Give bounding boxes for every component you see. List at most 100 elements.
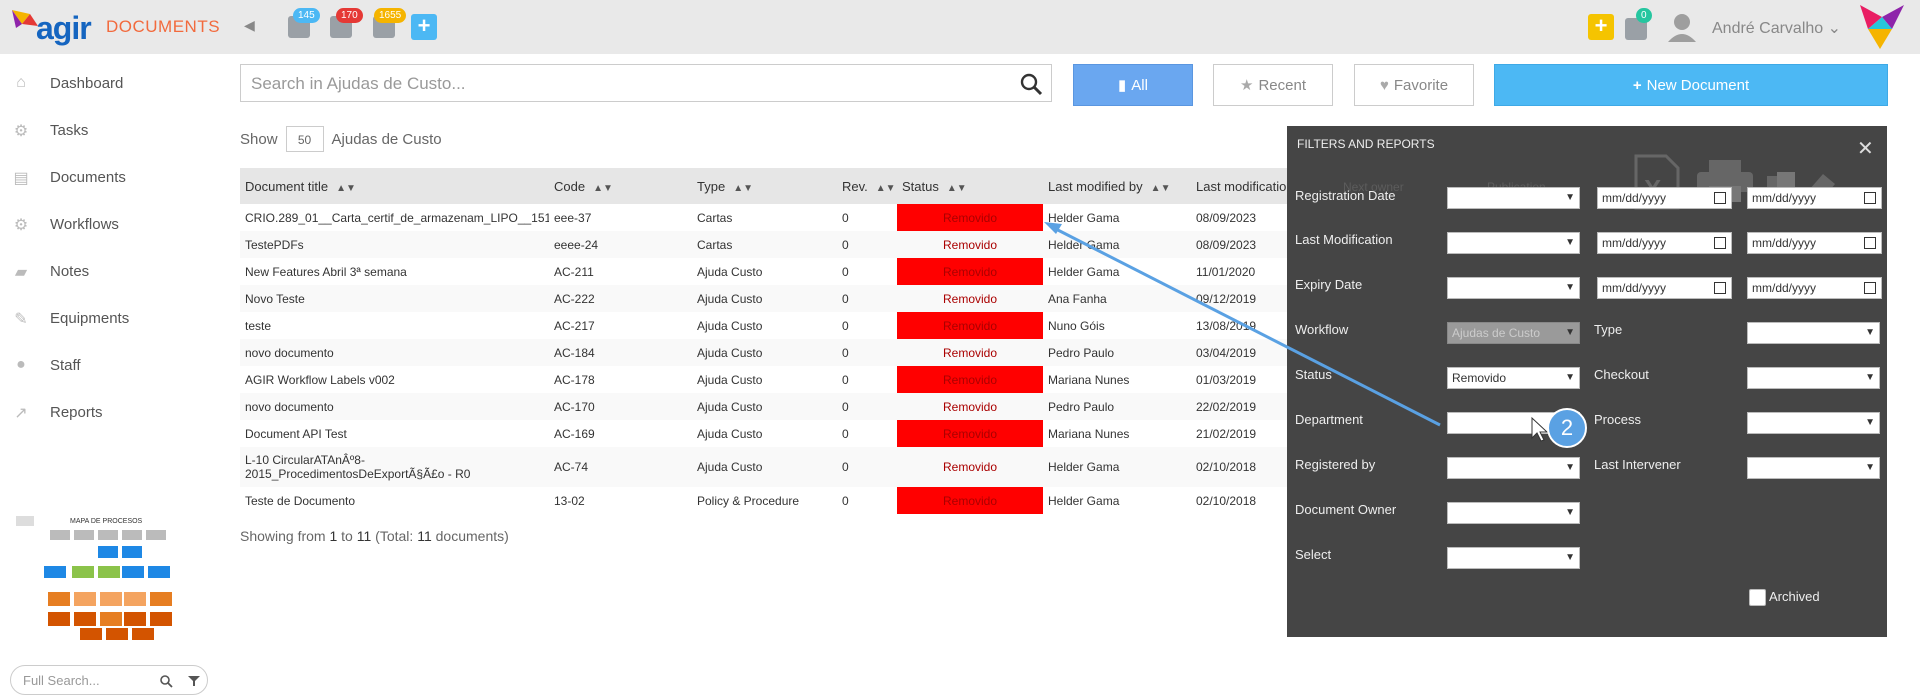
new-document-button[interactable]: + New Document xyxy=(1494,64,1888,106)
registration-date-select[interactable]: ▼ xyxy=(1447,187,1580,209)
cell-type: Ajuda Custo xyxy=(692,447,837,487)
table-row[interactable]: AGIR Workflow Labels v002 AC-178 Ajuda Cus… xyxy=(240,366,1290,393)
cell-rev: 0 xyxy=(842,493,849,508)
last-modification-select[interactable]: ▼ xyxy=(1447,232,1580,254)
filter-label-document-owner: Document Owner xyxy=(1295,502,1397,517)
table-row[interactable]: CRIO.289_01__Carta_certif_de_armazenam_L… xyxy=(240,204,1290,231)
page-size-select[interactable]: 50 xyxy=(285,126,324,152)
search-input[interactable]: Search in Ajudas de Custo... xyxy=(240,64,1052,102)
type-select[interactable]: ▼ xyxy=(1747,322,1880,344)
filter-all-button[interactable]: ▮ All xyxy=(1073,64,1193,106)
calendar-icon xyxy=(1714,192,1726,204)
generic-select[interactable]: ▼ xyxy=(1447,547,1580,569)
archived-checkbox[interactable] xyxy=(1749,589,1766,606)
sidebar-item-workflows[interactable]: ⚙ Workflows xyxy=(10,211,119,237)
table-row[interactable]: novo documento AC-170 Ajuda Custo 0 Removido… xyxy=(240,393,1290,420)
search-icon[interactable] xyxy=(159,674,173,688)
document-owner-select[interactable]: ▼ xyxy=(1447,502,1580,524)
status-badge: Removido xyxy=(897,231,1043,258)
sidebar-item-staff[interactable]: ● Staff xyxy=(10,352,80,378)
logo-text[interactable]: agir xyxy=(36,10,92,47)
cell-type: Ajuda Custo xyxy=(697,318,763,333)
chevron-down-icon: ▼ xyxy=(1565,507,1575,518)
cell-modified: 02/10/2018 xyxy=(1191,447,1290,487)
sort-icon: ▲▼ xyxy=(733,182,753,194)
column-header-modified-by[interactable]: Last modified by ▲▼ xyxy=(1043,168,1191,204)
registered-by-select[interactable]: ▼ xyxy=(1447,457,1580,479)
status-badge: Removido xyxy=(897,258,1043,285)
new-item-button[interactable]: + xyxy=(1588,14,1614,40)
expiry-date-select[interactable]: ▼ xyxy=(1447,277,1580,299)
search-icon[interactable] xyxy=(1019,72,1043,96)
filter-icon[interactable] xyxy=(187,674,201,688)
cell-title[interactable]: Document API Test xyxy=(240,420,549,447)
process-select[interactable]: ▼ xyxy=(1747,412,1880,434)
filter-recent-button[interactable]: ★ Recent xyxy=(1213,64,1333,106)
cell-modified: 09/12/2019 xyxy=(1191,285,1290,312)
status-badge: Removido xyxy=(897,339,1043,366)
table-row[interactable]: Novo Teste AC-222 Ajuda Custo 0 Removido Ana … xyxy=(240,285,1290,312)
quick-add-button[interactable]: + xyxy=(411,14,437,40)
filter-favorite-button[interactable]: ♥ Favorite xyxy=(1354,64,1474,106)
user-menu[interactable]: André Carvalho ⌄ xyxy=(1712,18,1841,38)
status-badge: Removido xyxy=(897,366,1043,393)
sidebar-item-equipments[interactable]: ✎ Equipments xyxy=(10,305,129,331)
file-icon: ▤ xyxy=(13,170,29,187)
expiry-date-from-field[interactable]: mm/dd/yyyy xyxy=(1597,277,1732,299)
column-header-rev[interactable]: Rev. ▲▼ xyxy=(837,168,897,204)
chevron-down-icon: ▼ xyxy=(1565,237,1575,248)
cell-title[interactable]: Teste de Documento xyxy=(240,487,549,514)
column-header-code[interactable]: Code ▲▼ xyxy=(549,168,692,204)
process-map-thumbnail[interactable]: MAPA DE PROCESOS xyxy=(12,514,188,644)
last-modification-from-field[interactable]: mm/dd/yyyy xyxy=(1597,232,1732,254)
cell-title[interactable]: New Features Abril 3ª semana xyxy=(240,258,549,285)
cell-title[interactable]: novo documento xyxy=(240,339,549,366)
cell-title[interactable]: teste xyxy=(240,312,549,339)
cell-code: AC-178 xyxy=(554,372,595,387)
filter-recent-label: Recent xyxy=(1258,76,1306,94)
chevron-down-icon: ▼ xyxy=(1865,327,1875,338)
last-intervener-select[interactable]: ▼ xyxy=(1747,457,1880,479)
cell-title[interactable]: CRIO.289_01__Carta_certif_de_armazenam_L… xyxy=(240,204,549,231)
cell-type: Ajuda Custo xyxy=(692,393,837,420)
filter-label-status: Status xyxy=(1295,367,1332,382)
cell-title[interactable]: novo documento xyxy=(240,393,549,420)
table-row[interactable]: New Features Abril 3ª semana AC-211 Ajuda … xyxy=(240,258,1290,285)
collapse-sidebar-icon[interactable]: ◀ xyxy=(244,17,255,34)
cell-modified-by: Nuno Góis xyxy=(1048,318,1105,333)
table-row[interactable]: L-10 CircularATAnÂº8-2015_ProcedimentosD… xyxy=(240,447,1290,487)
sidebar-item-notes[interactable]: ▰ Notes xyxy=(10,258,89,284)
sidebar-item-documents[interactable]: ▤ Documents xyxy=(10,164,125,190)
expiry-date-to-field[interactable]: mm/dd/yyyy xyxy=(1747,277,1882,299)
chevron-down-icon: ▼ xyxy=(1565,462,1575,473)
sidebar-item-reports[interactable]: ↗ Reports xyxy=(10,399,102,425)
avatar[interactable] xyxy=(1666,12,1698,42)
filter-label-archived: Archived xyxy=(1769,589,1820,604)
column-header-last-modification[interactable]: Last modification xyxy=(1191,168,1294,204)
table-row[interactable]: TestePDFs eeee-24 Cartas 0 Removido Helder Ga… xyxy=(240,231,1290,258)
cell-title[interactable]: TestePDFs xyxy=(240,231,549,258)
column-header-title[interactable]: Document title ▲▼ xyxy=(240,168,549,204)
sidebar-item-label: Equipments xyxy=(50,309,130,327)
registration-date-to-field[interactable]: mm/dd/yyyy xyxy=(1747,187,1882,209)
table-row[interactable]: novo documento AC-184 Ajuda Custo 0 Removido… xyxy=(240,339,1290,366)
table-header-row: Document title ▲▼ Code ▲▼ Type ▲▼ Rev. ▲▼ St… xyxy=(240,168,1294,204)
cell-title[interactable]: AGIR Workflow Labels v002 xyxy=(240,366,549,393)
cell-title[interactable]: L-10 CircularATAnÂº8-2015_ProcedimentosD… xyxy=(240,447,549,487)
status-select[interactable]: Removido ▼ xyxy=(1447,367,1580,389)
checkout-select[interactable]: ▼ xyxy=(1747,367,1880,389)
full-search-input[interactable]: Full Search... xyxy=(10,665,208,695)
cell-title[interactable]: Novo Teste xyxy=(240,285,549,312)
sidebar-item-tasks[interactable]: ⚙ Tasks xyxy=(10,117,89,143)
table-row[interactable]: Teste de Documento 13-02 Policy & Procedur… xyxy=(240,487,1290,514)
column-header-status[interactable]: Status ▲▼ xyxy=(897,168,1043,204)
close-icon[interactable]: ✕ xyxy=(1857,136,1874,161)
registration-date-from-field[interactable]: mm/dd/yyyy xyxy=(1597,187,1732,209)
cell-code: AC-184 xyxy=(549,339,692,366)
column-header-type[interactable]: Type ▲▼ xyxy=(692,168,837,204)
table-row[interactable]: Document API Test AC-169 Ajuda Custo 0 Remov… xyxy=(240,420,1290,447)
sidebar-item-dashboard[interactable]: ⌂ Dashboard xyxy=(10,70,123,96)
cell-modified: 08/09/2023 xyxy=(1196,210,1257,225)
last-modification-to-field[interactable]: mm/dd/yyyy xyxy=(1747,232,1882,254)
table-row[interactable]: teste AC-217 Ajuda Custo 0 Removido Nuno Góis… xyxy=(240,312,1290,339)
